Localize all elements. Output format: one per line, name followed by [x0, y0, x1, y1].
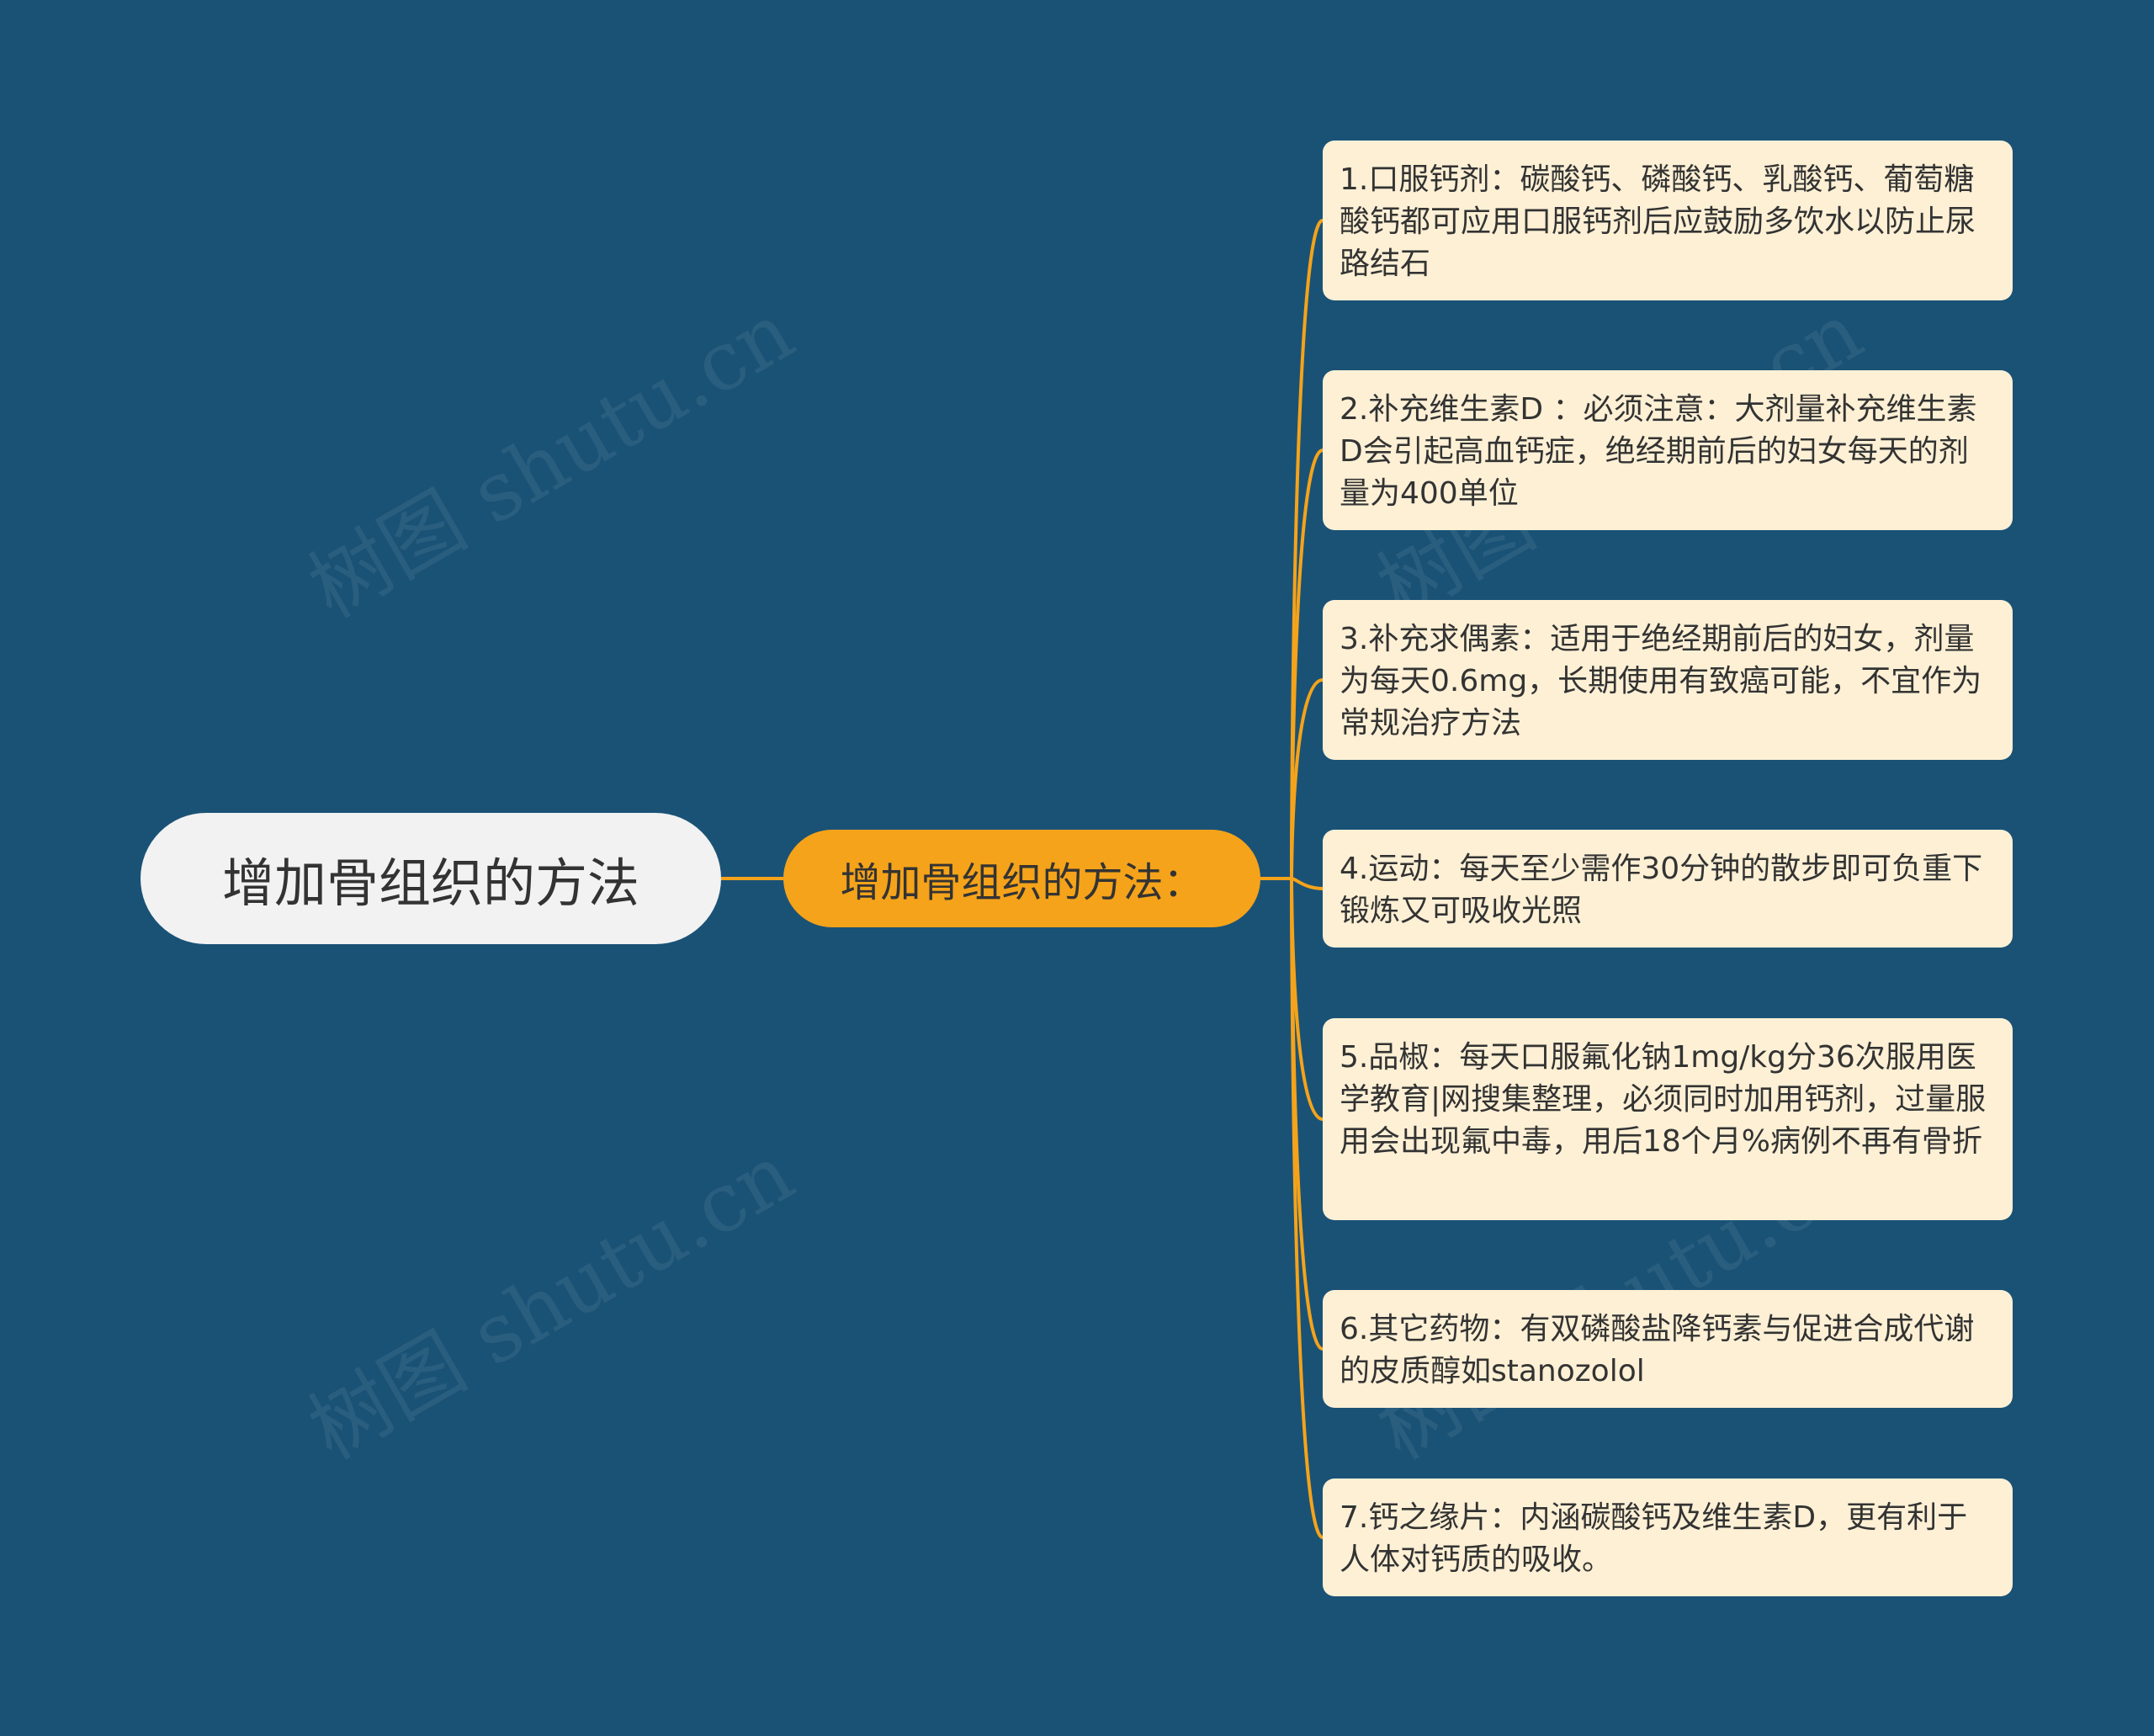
- leaf-node-sodium-fluoride[interactable]: 5.品椒：每天口服氟化钠1mg/kg分36次服用医学教育|网搜集整理，必须同时加…: [1323, 1018, 2013, 1220]
- branch-connector-3: [1290, 678, 1324, 879]
- leaf-node-other-drugs[interactable]: 6.其它药物：有双磷酸盐降钙素与促进合成代谢的皮质醇如stanozolol: [1323, 1290, 2013, 1408]
- branch-connector-5: [1290, 878, 1324, 1121]
- branch-connector-7: [1290, 878, 1324, 1539]
- leaf-node-calcium-tablet[interactable]: 7.钙之缘片：内涵碳酸钙及维生素D，更有利于人体对钙质的吸收。: [1323, 1479, 2013, 1596]
- leaf-node-estrogen[interactable]: 3.补充求偶素：适用于绝经期前后的妇女，剂量为每天0.6mg，长期使用有致癌可能…: [1323, 600, 2013, 760]
- main-branch-node[interactable]: 增加骨组织的方法：: [783, 830, 1260, 927]
- leaf-node-vitamin-d[interactable]: 2.补充维生素D ：必须注意：大剂量补充维生素D会引起高血钙症，绝经期前后的妇女…: [1323, 370, 2013, 530]
- leaf-node-oral-calcium[interactable]: 1.口服钙剂：碳酸钙、磷酸钙、乳酸钙、葡萄糖酸钙都可应用口服钙剂后应鼓励多饮水以…: [1323, 141, 2013, 300]
- leaf-node-exercise[interactable]: 4.运动：每天至少需作30分钟的散步即可负重下锻炼又可吸收光照: [1323, 830, 2013, 948]
- branch-connector-4: [1291, 877, 1324, 890]
- root-topic-node[interactable]: 增加骨组织的方法: [141, 813, 721, 944]
- mind-map-canvas: 树图 shutu.cn 树图 shutu.cn 树图 shutu.cn 树图 s…: [0, 0, 2154, 1736]
